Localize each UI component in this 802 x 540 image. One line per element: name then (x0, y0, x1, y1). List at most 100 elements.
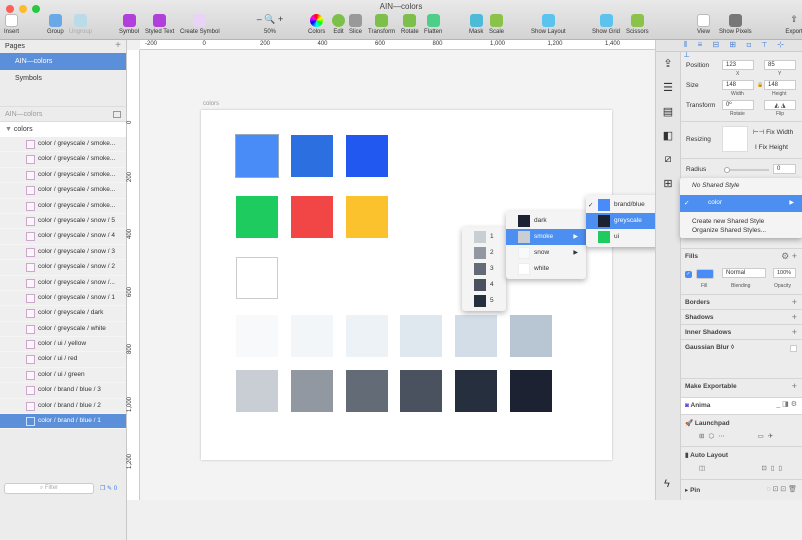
fix-width-toggle[interactable]: ⊢⊣ Fix Width (753, 128, 793, 136)
page-item[interactable]: Symbols (0, 70, 126, 87)
add-image-icon[interactable]: ⊞ (656, 172, 680, 196)
colors-button[interactable]: Colors (308, 14, 325, 35)
layer-item[interactable]: color / ui / green (0, 367, 126, 384)
layer-item[interactable]: color / greyscale / snow / 1 (0, 290, 126, 307)
transform-button[interactable]: Transform (368, 14, 395, 35)
add-inner-shadow-button[interactable]: + (792, 327, 797, 337)
menu-item-3[interactable]: 3 (462, 261, 506, 277)
menu-item-2[interactable]: 2 (462, 245, 506, 261)
menu-item-1[interactable]: 1 (462, 229, 506, 245)
radius-input[interactable]: 0 (773, 164, 796, 174)
anima-settings-icon[interactable]: _ ◨ ⚙ (776, 400, 797, 408)
disclosure-triangle-icon[interactable]: ▼ (5, 126, 12, 133)
layer-item[interactable]: color / brand / blue / 3 (0, 383, 126, 399)
layer-item[interactable]: color / greyscale / white (0, 321, 126, 338)
alignment-toolbar[interactable]: ⫴ ≡ ⊟ ⊞ ⊡ ⊤ ⊹ ⊥ (656, 40, 802, 59)
scale-button[interactable]: Scale (489, 14, 504, 35)
menu-item-white[interactable]: white (506, 261, 586, 277)
layer-item[interactable]: color / greyscale / smoke... (0, 183, 126, 199)
layer-group-colors[interactable]: ▼ colors (0, 122, 126, 137)
add-border-button[interactable]: + (792, 297, 797, 307)
color-swatch[interactable] (400, 370, 443, 412)
color-swatch[interactable] (455, 370, 498, 412)
layer-item[interactable]: color / greyscale / smoke... (0, 137, 126, 153)
layer-item[interactable]: color / ui / red (0, 352, 126, 368)
color-swatch[interactable] (345, 196, 388, 238)
scissors-button[interactable]: Scissors (626, 14, 649, 35)
mask-button[interactable]: Mask (469, 14, 483, 35)
filter-input[interactable]: ⌕ Filter (4, 483, 94, 494)
layout-icon[interactable]: ▤ (656, 100, 680, 124)
color-swatch[interactable] (345, 315, 388, 357)
color-swatch[interactable] (290, 370, 333, 412)
menu-item-5[interactable]: 5 (462, 293, 506, 309)
color-swatch[interactable] (510, 370, 552, 412)
opacity-input[interactable]: 100% (773, 268, 796, 278)
create-shared-style-item[interactable]: Create new Shared Style (680, 212, 802, 227)
page-item[interactable]: AIN—colors (0, 53, 126, 70)
show-layout-button[interactable]: Show Layout (531, 14, 566, 35)
color-swatch[interactable] (455, 315, 498, 357)
color-swatch[interactable] (236, 257, 278, 299)
no-shared-style-item[interactable]: No Shared Style (680, 178, 802, 195)
export-button[interactable]: ⇧ Export (779, 14, 802, 35)
x-input[interactable]: 123 (722, 60, 754, 70)
lock-icon[interactable]: 🔒 (757, 82, 763, 88)
height-input[interactable]: 148 (764, 80, 796, 90)
artboard[interactable] (201, 110, 612, 460)
fill-checkbox[interactable]: ✓ (685, 271, 692, 278)
layer-item[interactable]: color / greyscale / smoke... (0, 198, 126, 214)
color-swatch[interactable] (236, 196, 278, 238)
edit-frame-icon[interactable]: ⧄ (656, 148, 680, 172)
pin-section[interactable]: ▸ Pin ◌ ⊡ ⊡ 🗑 (681, 479, 802, 500)
artboard-title[interactable]: colors (203, 101, 219, 107)
layer-item[interactable]: color / brand / blue / 1 (0, 414, 126, 430)
rotate-button[interactable]: Rotate (401, 14, 419, 35)
auto-layout-tools[interactable]: ◫ ⊡▯▯ (685, 464, 799, 472)
menu-item-4[interactable]: 4 (462, 277, 506, 293)
stack-icon[interactable]: ☰ (656, 76, 680, 100)
plus-button[interactable]: Insert (4, 14, 19, 35)
add-fill-button[interactable]: ⚙ + (781, 251, 797, 262)
launchpad-tools[interactable]: ⊞⬡⋯ ▭✈ (685, 432, 799, 440)
show-pixels-button[interactable]: Show Pixels (719, 14, 752, 35)
upload-icon[interactable]: ⇪ (656, 52, 680, 76)
lightning-icon[interactable]: ϟ (664, 478, 670, 490)
color-swatch[interactable] (290, 135, 333, 177)
color-style-item[interactable]: ✓ color ▶ (680, 195, 802, 212)
styled-text-button[interactable]: Styled Text (145, 14, 174, 35)
layer-item[interactable]: color / greyscale / snow / 5 (0, 213, 126, 230)
layer-item[interactable]: color / brand / blue / 2 (0, 398, 126, 415)
create-symbol-button[interactable]: Create Symbol (180, 14, 220, 35)
width-input[interactable]: 148 (722, 80, 754, 90)
rotate-input[interactable]: 0º (722, 100, 754, 110)
flip-buttons[interactable]: ◭ ◮ (764, 100, 796, 110)
layer-item[interactable]: color / ui / yellow (0, 337, 126, 353)
fix-height-toggle[interactable]: I Fix Height (755, 144, 788, 151)
layer-item[interactable]: color / greyscale / smoke... (0, 167, 126, 184)
show-grid-button[interactable]: Show Grid (592, 14, 620, 35)
menu-item-snow[interactable]: snow ▶ (506, 245, 586, 261)
color-swatch[interactable] (236, 370, 278, 412)
slice-button[interactable]: Slice (349, 14, 362, 35)
layer-item[interactable]: color / greyscale / snow / 2 (0, 260, 126, 276)
add-export-button[interactable]: + (792, 381, 797, 391)
color-swatch[interactable] (290, 315, 333, 357)
layer-item[interactable]: color / greyscale / snow / 3 (0, 244, 126, 261)
layer-item[interactable]: color / greyscale / dark (0, 306, 126, 322)
add-page-button[interactable]: + (115, 40, 121, 51)
symbol-button[interactable]: Symbol (119, 14, 139, 35)
radius-slider[interactable] (724, 167, 769, 173)
zoom-button[interactable]: – 🔍 + 50% (255, 14, 285, 35)
pin-controls[interactable]: ◌ ⊡ ⊡ 🗑 (766, 485, 797, 493)
collapse-icon[interactable] (113, 111, 121, 118)
color-swatch[interactable] (510, 315, 552, 357)
edit-button[interactable]: Edit (332, 14, 345, 35)
group-button[interactable]: Group (47, 14, 64, 35)
blending-select[interactable]: Normal (722, 268, 766, 278)
organize-shared-styles-item[interactable]: Organize Shared Styles... (680, 227, 802, 238)
view-button[interactable]: View (697, 14, 710, 35)
layer-item[interactable]: color / greyscale / smoke... (0, 152, 126, 168)
ungroup-button[interactable]: Ungroup (69, 14, 92, 35)
color-swatch[interactable] (235, 134, 279, 178)
